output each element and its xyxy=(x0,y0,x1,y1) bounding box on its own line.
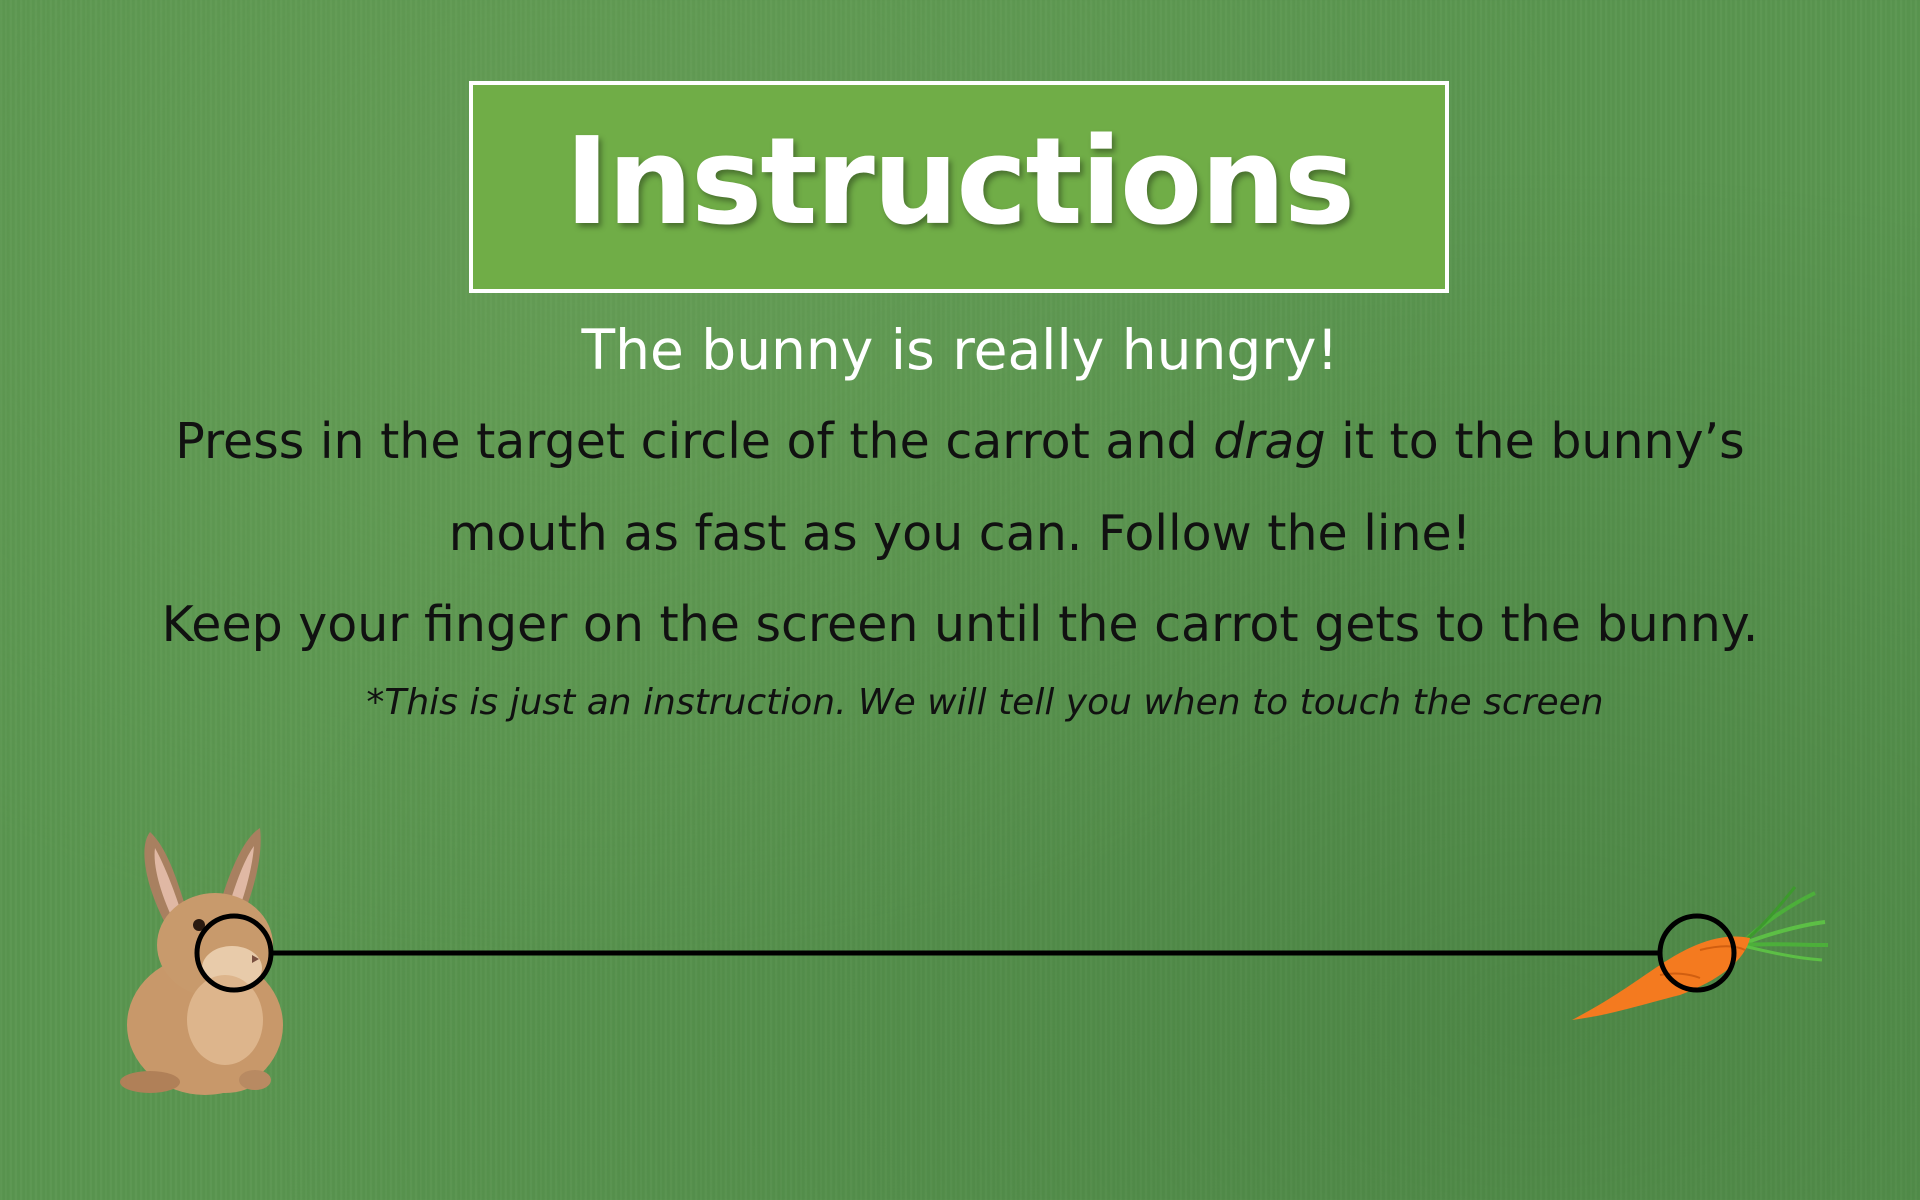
drag-scene xyxy=(120,828,1829,1095)
bunny-image xyxy=(120,828,283,1095)
